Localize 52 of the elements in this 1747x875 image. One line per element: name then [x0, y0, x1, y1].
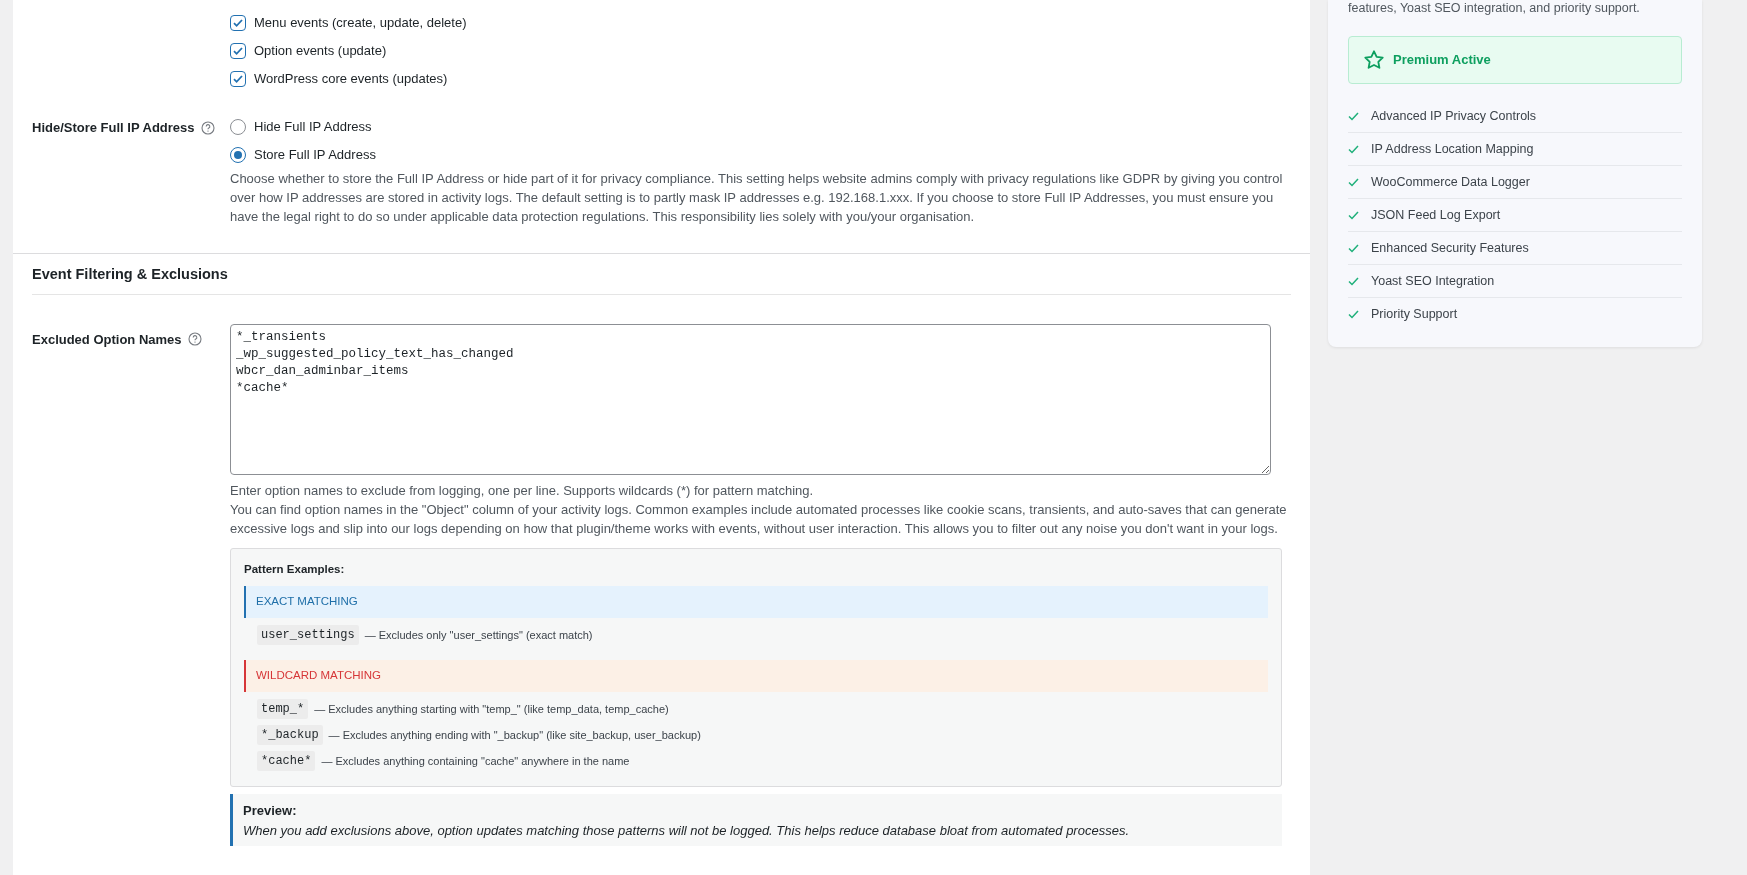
- check-icon: [1348, 144, 1359, 154]
- card-text: features, Yoast SEO integration, and priority support.: [1348, 0, 1641, 16]
- check-icon: [1348, 310, 1359, 319]
- preview-title: Preview:: [243, 802, 298, 820]
- feature-item: IP Address Location Mapping: [1371, 140, 1534, 158]
- checkbox[interactable]: [230, 43, 246, 59]
- help-icon: [200, 120, 215, 135]
- check-icon: [1348, 210, 1359, 220]
- checkbox-label: Option events (update): [254, 42, 387, 61]
- radio-label: Hide Full IP Address: [254, 118, 372, 137]
- check-icon: [1348, 276, 1359, 286]
- group-header: WILDCARD MATCHING: [244, 660, 1268, 692]
- feature-item: Advanced IP Privacy Controls: [1371, 107, 1537, 125]
- feature-item: WooCommerce Data Logger: [1371, 173, 1530, 191]
- code-snippet: user_settings: [257, 625, 359, 645]
- feature-item: JSON Feed Log Export: [1371, 206, 1501, 224]
- feature-item: Yoast SEO Integration: [1371, 272, 1495, 290]
- preview-text: When you add exclusions above, option updates matching those patterns will not be logged. This helps reduce database bloat from automated processes.: [243, 821, 1130, 840]
- input-field[interactable]: *_transients _wp_suggested_policy_text_has_changed wbcr_dan_adminbar_items *cache*: [230, 323, 1271, 475]
- field-label: Hide/Store Full IP Address: [32, 118, 195, 137]
- status-text: Premium Active: [1393, 51, 1491, 70]
- radio-label: Store Full IP Address: [254, 146, 376, 165]
- checkmark-icon: [232, 17, 244, 29]
- checkmark-icon: [232, 45, 244, 57]
- checkbox-label: WordPress core events (updates): [254, 70, 448, 89]
- field-label: Excluded Option Names: [32, 330, 182, 349]
- feature-item: Enhanced Security Features: [1371, 239, 1529, 257]
- radio-button[interactable]: [230, 147, 246, 163]
- code-snippet: temp_*: [257, 699, 309, 719]
- radio-button[interactable]: [230, 119, 246, 135]
- help-icon: [187, 332, 202, 347]
- example-text: — Excludes anything containing "cache" anywhere in the name: [321, 753, 630, 769]
- description-text: Choose whether to store the Full IP Address or hide part of it for privacy compliance. This setting helps website admins comply with privacy regulations like GDPR by giving you control over how IP addresses are stored in activity logs. The default setting is to partly mask IP addresses e.g. 192.168.1.xxx. If you choose to store Full IP Addresses, you must ensure you have the legal right to do so under applicable data protection regulations. This responsibility lies solely with you/your organisation.: [230, 170, 1284, 226]
- check-icon: [1348, 177, 1359, 187]
- checkmark-icon: [232, 73, 244, 85]
- code-snippet: *cache*: [257, 751, 316, 771]
- check-icon: [1348, 111, 1359, 121]
- panel-title: Pattern Examples:: [244, 561, 346, 577]
- help-text: Enter option names to exclude from logging, one per line. Supports wildcards (*) for pattern matching.: [230, 481, 815, 500]
- code-snippet: *_backup: [257, 725, 323, 745]
- checkbox[interactable]: [230, 15, 246, 31]
- checkbox[interactable]: [230, 71, 246, 87]
- feature-item: Priority Support: [1371, 306, 1458, 324]
- section-heading: Event Filtering & Exclusions: [32, 254, 1291, 295]
- example-text: — Excludes anything starting with "temp_" (like temp_data, temp_cache): [314, 701, 669, 717]
- example-text: — Excludes anything ending with "_backup" (like site_backup, user_backup): [328, 727, 701, 743]
- group-header: EXACT MATCHING: [244, 586, 1268, 618]
- example-text: — Excludes only "user_settings" (exact match): [364, 627, 593, 643]
- check-icon: [1348, 243, 1359, 253]
- help-text: You can find option names in the "Object" column of your activity logs. Common examples include automated processes like cookie scans, transients, and auto-saves that can generate excessive logs and slip into our logs depending on how that plugin/theme works with events, without user interaction. This allows you to filter out any noise you don't want in your logs.: [230, 500, 1288, 538]
- checkbox-label: Menu events (create, update, delete): [254, 14, 467, 33]
- star-icon: [1363, 49, 1385, 71]
